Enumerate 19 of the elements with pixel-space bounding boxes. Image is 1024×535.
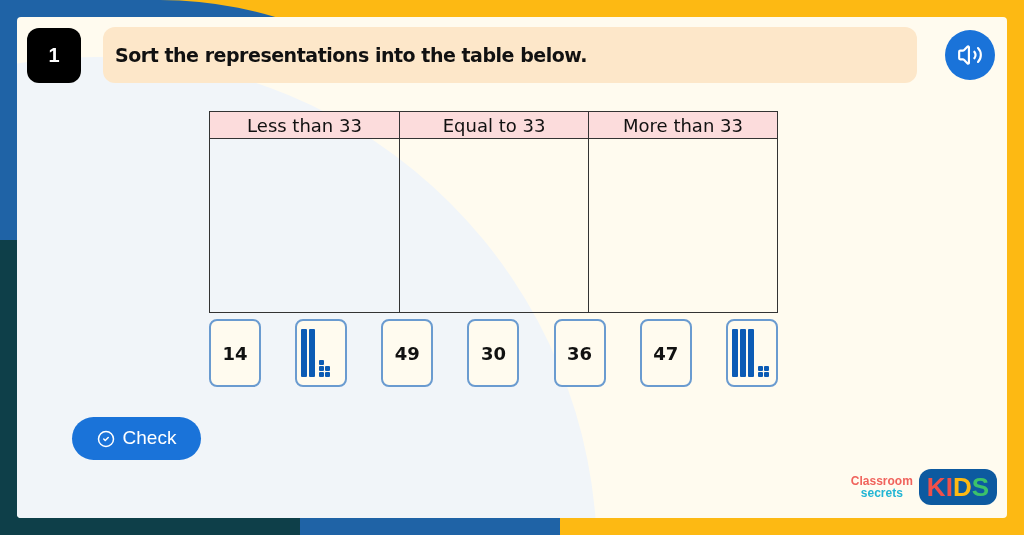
number-card[interactable]: 30 [467,319,520,387]
blocks-card[interactable] [725,319,778,387]
question-number: 1 [27,27,81,83]
speaker-icon [957,42,983,68]
logo-text: Classroom [850,475,913,487]
question-prompt: Sort the representations into the table below. [115,42,587,68]
logo-text: secrets [860,487,903,499]
column-header: Less than 33 [210,112,399,139]
check-button[interactable]: Check [72,417,201,460]
column-header: More than 33 [588,112,777,139]
number-card[interactable]: 14 [209,319,261,387]
check-icon [96,429,115,448]
blocks-card[interactable] [295,319,348,387]
number-card[interactable]: 36 [553,319,606,387]
kids-logo: KIDS [918,469,997,505]
number-card[interactable]: 47 [639,319,692,387]
column-header: Equal to 33 [399,112,588,139]
speaker-button[interactable] [945,30,995,80]
number-card[interactable]: 49 [381,319,434,387]
